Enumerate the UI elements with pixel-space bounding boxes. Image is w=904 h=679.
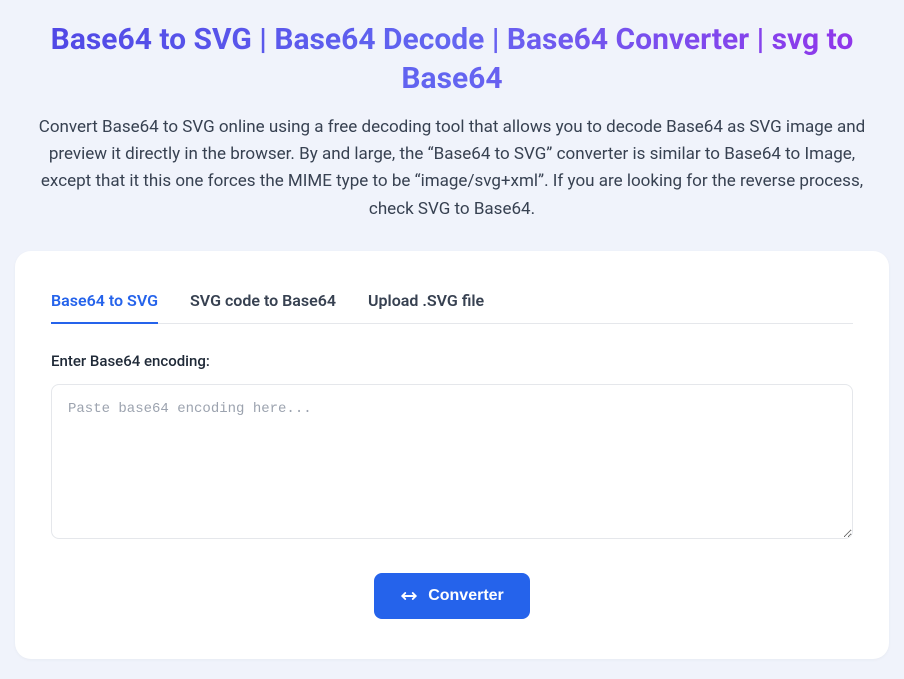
converter-card: Base64 to SVG SVG code to Base64 Upload … <box>15 251 889 659</box>
converter-button-label: Converter <box>428 587 504 605</box>
tab-svg-code-to-base64[interactable]: SVG code to Base64 <box>190 279 336 324</box>
converter-button[interactable]: Converter <box>374 573 530 619</box>
tab-list: Base64 to SVG SVG code to Base64 Upload … <box>51 279 853 324</box>
button-row: Converter <box>51 573 853 619</box>
page-title: Base64 to SVG | Base64 Decode | Base64 C… <box>22 20 882 98</box>
tab-upload-svg-file[interactable]: Upload .SVG file <box>368 279 484 324</box>
base64-input-label: Enter Base64 encoding: <box>51 352 853 370</box>
tab-base64-to-svg[interactable]: Base64 to SVG <box>51 279 158 324</box>
base64-input[interactable] <box>51 384 853 539</box>
page-description: Convert Base64 to SVG online using a fre… <box>22 114 882 223</box>
swap-icon <box>400 587 418 605</box>
